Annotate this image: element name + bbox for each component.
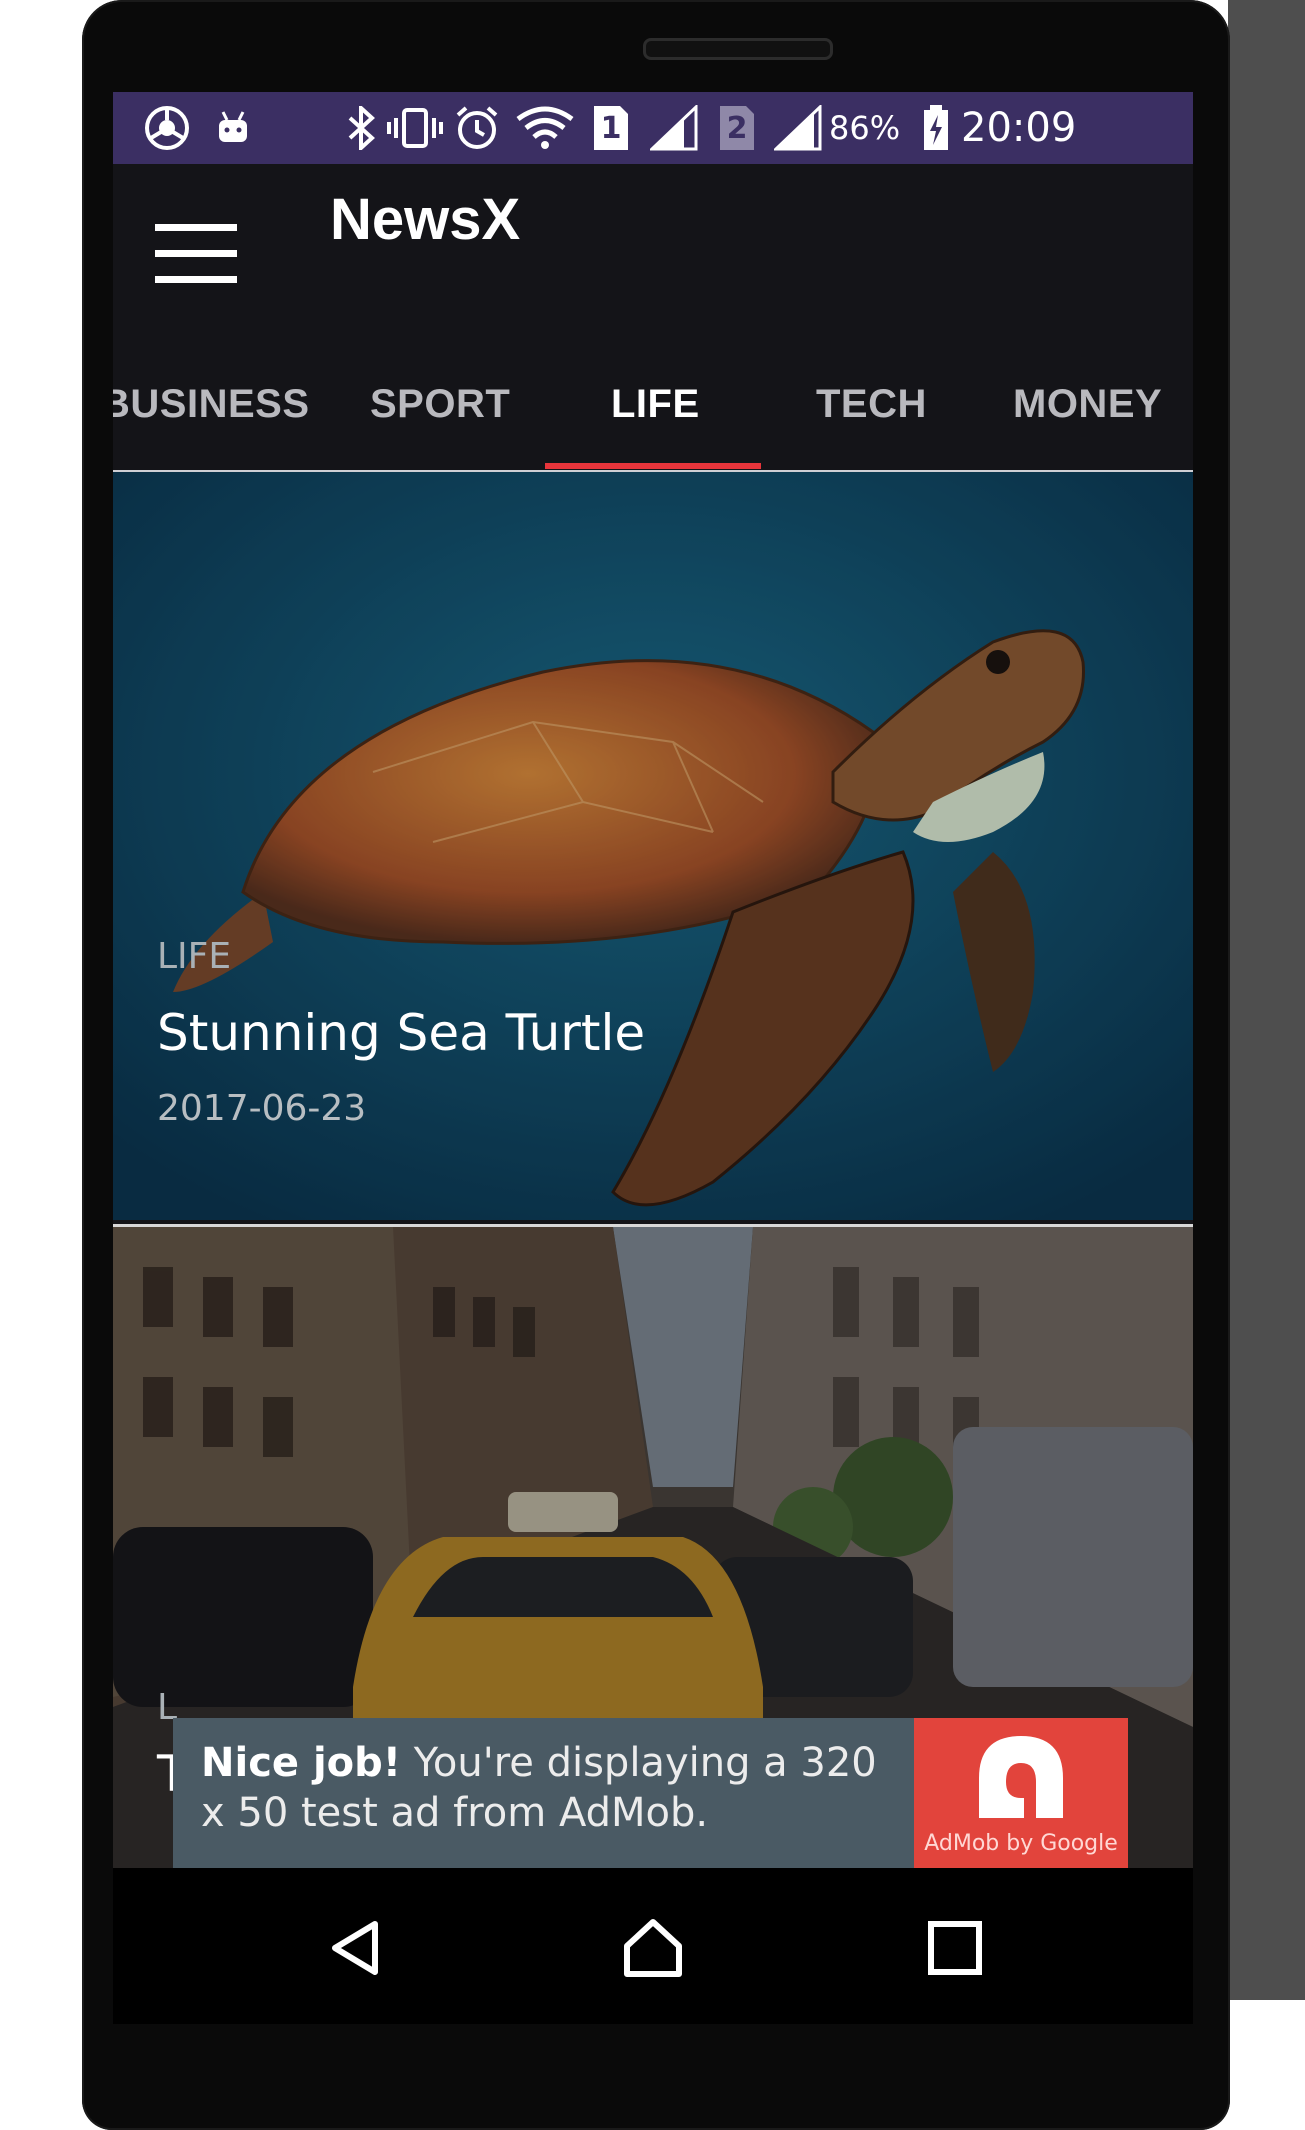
admob-logo: AdMob by Google xyxy=(914,1718,1128,1868)
back-icon[interactable] xyxy=(323,1916,387,1980)
sim2-label: 2 xyxy=(726,110,748,146)
battery-charging-icon xyxy=(921,104,951,152)
tab-sport[interactable]: SPORT xyxy=(370,382,510,427)
home-icon[interactable] xyxy=(621,1916,685,1980)
status-bar: 1 2 86% 20:09 xyxy=(113,92,1193,164)
ad-headline: Nice job! xyxy=(201,1740,402,1786)
chrome-icon xyxy=(141,104,193,152)
sim1-icon: 1 xyxy=(591,104,631,152)
sim1-label: 1 xyxy=(600,110,622,146)
vibrate-icon xyxy=(387,104,443,152)
signal1-icon xyxy=(649,104,699,152)
tab-money[interactable]: MONEY xyxy=(1013,382,1162,427)
tab-life[interactable]: LIFE xyxy=(611,382,700,427)
android-icon xyxy=(211,104,255,152)
clock: 20:09 xyxy=(961,105,1077,151)
article-card[interactable]: LIFE Stunning Sea Turtle 2017-06-23 xyxy=(113,472,1193,1220)
app-title: NewsX xyxy=(330,187,521,252)
battery-percent: 86% xyxy=(829,109,901,147)
tab-indicator xyxy=(545,463,761,469)
article-title: Stunning Sea Turtle xyxy=(157,1004,646,1062)
article-category: LIFE xyxy=(157,936,232,977)
app-bar: NewsX xyxy=(113,164,1193,330)
category-tabs: BUSINESS SPORT LIFE TECH MONEY xyxy=(113,330,1193,472)
ad-logo-label: AdMob by Google xyxy=(924,1831,1118,1856)
system-nav-bar xyxy=(113,1868,1193,2024)
hamburger-menu-icon[interactable] xyxy=(155,224,239,284)
speaker-grille xyxy=(643,38,833,60)
sim2-icon: 2 xyxy=(717,104,757,152)
signal2-icon xyxy=(773,104,823,152)
wifi-icon xyxy=(513,104,577,152)
admob-test-ad[interactable]: Nice job! You're displaying a 320 x 50 t… xyxy=(173,1718,1128,1868)
article-date: 2017-06-23 xyxy=(157,1088,367,1129)
device-shadow xyxy=(1228,0,1305,2000)
bluetooth-icon xyxy=(341,104,381,152)
screen: 1 2 86% 20:09 NewsX BUSINESS SPORT LIFE … xyxy=(113,92,1193,1868)
tab-business[interactable]: BUSINESS xyxy=(113,382,310,427)
recents-icon[interactable] xyxy=(923,1916,987,1980)
alarm-icon xyxy=(453,104,501,152)
ad-message: Nice job! You're displaying a 320 x 50 t… xyxy=(201,1738,901,1838)
tab-tech[interactable]: TECH xyxy=(816,382,927,427)
